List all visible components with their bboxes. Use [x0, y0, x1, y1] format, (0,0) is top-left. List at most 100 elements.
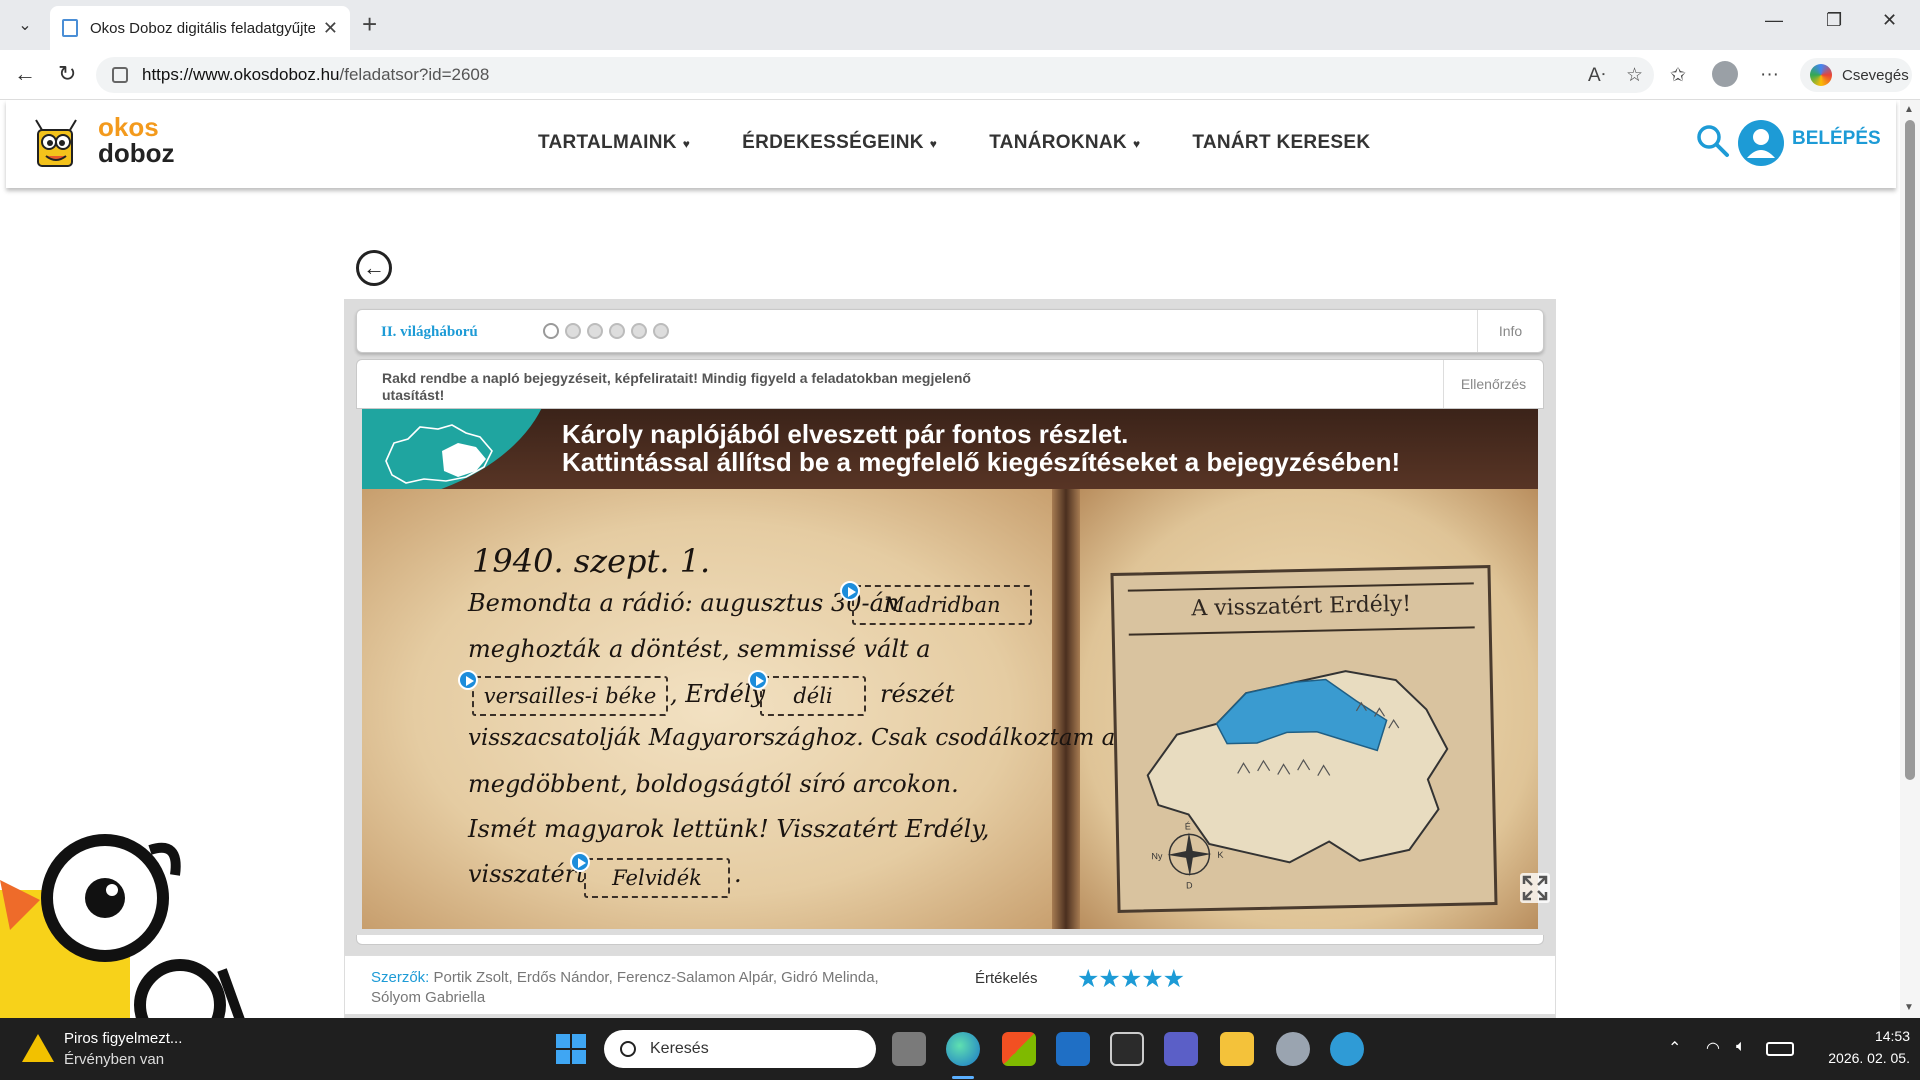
caret-down-icon: ♥ [929, 137, 938, 151]
teams-icon[interactable] [1164, 1032, 1198, 1066]
profile-avatar-icon[interactable] [1712, 61, 1738, 87]
scrollbar-thumb[interactable] [1905, 120, 1915, 780]
caret-down-icon: ♥ [682, 137, 691, 151]
reload-icon[interactable]: ↻ [58, 62, 76, 86]
more-options-icon[interactable]: ··· [1760, 64, 1779, 86]
panel-bottom-edge [356, 935, 1544, 945]
read-aloud-icon[interactable]: Aᐧ [1588, 64, 1606, 87]
taskbar-date[interactable]: 2026. 02. 05. [1810, 1050, 1910, 1066]
favorite-star-icon[interactable]: ☆ [1626, 64, 1643, 87]
blank-3-selector[interactable]: déli [760, 676, 866, 716]
progress-dot[interactable] [631, 323, 647, 339]
browser-tab-active[interactable]: Okos Doboz digitális feladatgyűjte ✕ [50, 6, 350, 50]
progress-dot[interactable] [543, 323, 559, 339]
scene-title-line2: Kattintással állítsd be a megfelelő kieg… [562, 447, 1401, 477]
task-view-icon[interactable] [892, 1032, 926, 1066]
logo-text-okos: okos [98, 112, 159, 142]
nav-item-erdekessegeink[interactable]: ÉRDEKESSÉGEINK ♥ [742, 132, 937, 154]
scroll-down-arrow-icon[interactable]: ▼ [1904, 1002, 1914, 1013]
mascot-illustration [0, 834, 245, 1018]
diary-line-2: meghozták a döntést, semmissé vált a [468, 635, 931, 663]
site-info-lock-icon[interactable] [112, 67, 128, 83]
map-title: A visszatért Erdély! [1191, 591, 1412, 622]
nav-item-tartalmaink[interactable]: TARTALMAINK ♥ [538, 132, 690, 154]
blank-4-value: Felvidék [612, 866, 702, 890]
progress-dot[interactable] [609, 323, 625, 339]
progress-dot[interactable] [653, 323, 669, 339]
restore-window-button[interactable]: ❐ [1826, 10, 1842, 31]
file-explorer-icon[interactable] [1220, 1032, 1254, 1066]
compass-south-label: D [1186, 880, 1193, 890]
address-bar[interactable]: https://www.okosdoboz.hu/feladatsor?id=2… [96, 57, 1654, 93]
instruction-text: Rakd rendbe a napló bejegyzéseit, képfel… [382, 370, 971, 403]
instruction-bar: Rakd rendbe a napló bejegyzéseit, képfel… [356, 359, 1544, 409]
diary-line-3-end: részét [880, 680, 955, 708]
microsoft-store-icon[interactable] [1002, 1032, 1036, 1066]
copilot-chat-button[interactable]: Csevegés [1800, 58, 1912, 92]
info-button[interactable]: Info [1477, 310, 1543, 352]
settings-gear-icon[interactable] [1276, 1032, 1310, 1066]
diary-spine [1052, 489, 1080, 929]
authors: Szerzők: Portik Zsolt, Erdős Nándor, Fer… [371, 968, 931, 1008]
new-tab-button[interactable]: + [362, 10, 377, 38]
back-circle-icon[interactable]: ← [356, 250, 392, 286]
app-icon[interactable] [1330, 1032, 1364, 1066]
tab-title: Okos Doboz digitális feladatgyűjte [90, 19, 315, 37]
blank-3-value: déli [793, 684, 833, 708]
user-avatar-icon[interactable] [1738, 120, 1784, 166]
progress-dot[interactable] [565, 323, 581, 339]
topic-bar: II. világháború Info [356, 309, 1544, 353]
copilot-logo-icon [1810, 64, 1832, 86]
outlook-icon[interactable] [1056, 1032, 1090, 1066]
site-logo[interactable]: okos doboz [32, 106, 175, 182]
blank-2-selector[interactable]: versailles-i béke [472, 676, 668, 716]
taskbar-time[interactable]: 14:53 [1860, 1028, 1910, 1044]
rating-stars[interactable]: ★★★★★ [1077, 964, 1185, 994]
nav-item-tanart-keresek[interactable]: TANÁRT KERESEK [1192, 132, 1370, 154]
map-rule-bottom [1128, 626, 1475, 636]
cube-app-icon[interactable] [1110, 1032, 1144, 1066]
edge-browser-icon[interactable] [946, 1032, 980, 1066]
scroll-up-arrow-icon[interactable]: ▲ [1904, 104, 1914, 115]
play-icon[interactable] [458, 670, 478, 690]
volume-icon[interactable]: 🔈︎ [1736, 1038, 1746, 1056]
diary-line-7: visszatért [468, 860, 586, 888]
show-hidden-icons-chevron-icon[interactable]: ⌃ [1668, 1038, 1681, 1058]
rating-label: Értékelés [975, 970, 1038, 987]
chevron-down-icon: ⌄ [18, 17, 32, 34]
compass-east-label: K [1217, 850, 1223, 860]
tab-actions-menu[interactable]: ⌄ [8, 8, 42, 42]
authors-label: Szerzők: [371, 969, 430, 986]
play-icon[interactable] [748, 670, 768, 690]
blank-1-value: Madridban [883, 593, 1001, 617]
weather-warning-title[interactable]: Piros figyelmezt... [64, 1030, 182, 1047]
battery-icon[interactable] [1766, 1042, 1794, 1056]
blank-4-selector[interactable]: Felvidék [584, 858, 730, 898]
compass-west-label: Ny [1151, 851, 1163, 861]
fullscreen-icon[interactable] [1520, 873, 1550, 903]
blank-1-selector[interactable]: Madridban [852, 585, 1032, 625]
site-header: okos doboz TARTALMAINK ♥ ÉRDEKESSÉGEINK ♥ … [6, 100, 1896, 188]
close-tab-icon[interactable]: ✕ [323, 18, 338, 39]
close-window-button[interactable]: ✕ [1882, 10, 1897, 31]
back-arrow-icon[interactable]: ← [14, 62, 36, 86]
diary-exercise-scene: Károly naplójából elveszett pár fontos r… [362, 409, 1538, 929]
play-icon[interactable] [840, 581, 860, 601]
warning-icon[interactable] [22, 1034, 54, 1062]
search-icon[interactable] [1696, 124, 1730, 158]
wifi-icon[interactable]: ◠ [1706, 1038, 1720, 1058]
minimize-window-button[interactable]: — [1765, 10, 1783, 31]
chat-label: Csevegés [1842, 66, 1909, 84]
nav-item-tanaroknak[interactable]: TANÁROKNAK ♥ [989, 132, 1140, 154]
topic-title: II. világháború [381, 324, 478, 340]
url-path: /feladatsor?id=2608 [339, 65, 490, 84]
taskbar-search[interactable]: Keresés [604, 1030, 876, 1068]
windows-taskbar: Piros figyelmezt... Érvényben van Keresé… [0, 1018, 1920, 1080]
exercise-panel: II. világháború Info Rakd rendbe a napló… [344, 299, 1556, 1018]
windows-start-icon[interactable] [556, 1034, 586, 1064]
favorites-list-icon[interactable]: ✩ [1670, 64, 1686, 87]
play-icon[interactable] [570, 852, 590, 872]
check-button[interactable]: Ellenőrzés [1443, 360, 1543, 408]
progress-dot[interactable] [587, 323, 603, 339]
login-link[interactable]: BELÉPÉS [1792, 128, 1881, 150]
